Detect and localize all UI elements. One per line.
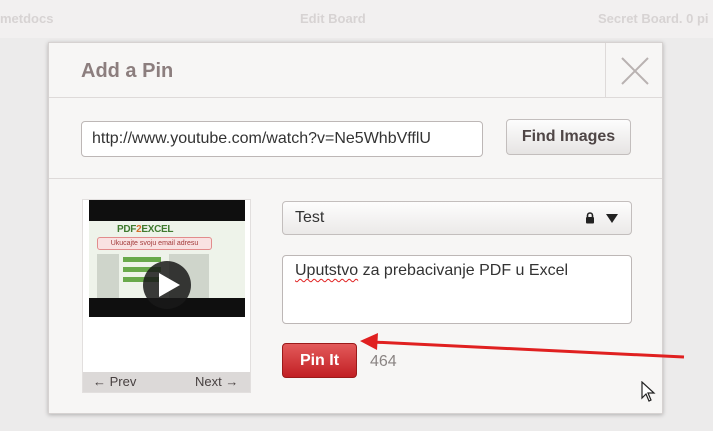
dialog-title: Add a Pin xyxy=(81,60,174,82)
dialog-header: Add a Pin xyxy=(49,43,662,98)
thumbnail-decoration xyxy=(123,257,161,262)
description-textarea[interactable]: Uputstvo za prebacivanje PDF u Excel xyxy=(282,255,632,324)
bg-right-text: Secret Board. 0 pi xyxy=(598,11,709,26)
play-icon xyxy=(159,273,180,297)
lock-icon xyxy=(586,212,594,224)
play-button[interactable] xyxy=(143,261,191,309)
close-x-icon xyxy=(621,57,649,85)
url-row: http://www.youtube.com/watch?v=Ne5WhbVff… xyxy=(49,99,662,179)
thumbnail-logo: PDF2EXCEL xyxy=(117,224,174,235)
add-pin-dialog: Add a Pin http://www.youtube.com/watch?v… xyxy=(48,42,663,414)
url-input[interactable]: http://www.youtube.com/watch?v=Ne5WhbVff… xyxy=(81,121,483,157)
bg-left-text: metdocs xyxy=(0,11,54,26)
thumbnail-email-prompt: Ukucajte svoju email adresu xyxy=(97,237,212,250)
bg-center-text: Edit Board xyxy=(300,11,366,26)
next-image-link[interactable]: Next → xyxy=(195,374,238,389)
close-button[interactable] xyxy=(605,43,662,98)
pin-it-button[interactable]: Pin It xyxy=(282,343,357,378)
prev-image-link[interactable]: ← Prev xyxy=(93,374,136,389)
video-thumbnail[interactable]: PDF2EXCEL Ukucajte svoju email adresu xyxy=(89,200,245,317)
description-text: za prebacivanje PDF u Excel xyxy=(358,262,569,279)
caret-down-icon xyxy=(606,214,618,223)
misspelled-word: Uputstvo xyxy=(295,262,359,279)
board-select-value: Test xyxy=(295,209,325,226)
find-images-button[interactable]: Find Images xyxy=(506,119,631,155)
thumbnail-decoration xyxy=(97,254,119,298)
thumbnail-nav: ← Prev Next → xyxy=(83,372,250,392)
mouse-cursor-icon xyxy=(641,381,656,402)
board-select[interactable]: Test xyxy=(282,201,632,235)
character-count: 464 xyxy=(370,353,397,370)
thumbnail-card: PDF2EXCEL Ukucajte svoju email adresu ← … xyxy=(82,199,251,393)
background-header: metdocs Edit Board Secret Board. 0 pi xyxy=(0,0,713,38)
